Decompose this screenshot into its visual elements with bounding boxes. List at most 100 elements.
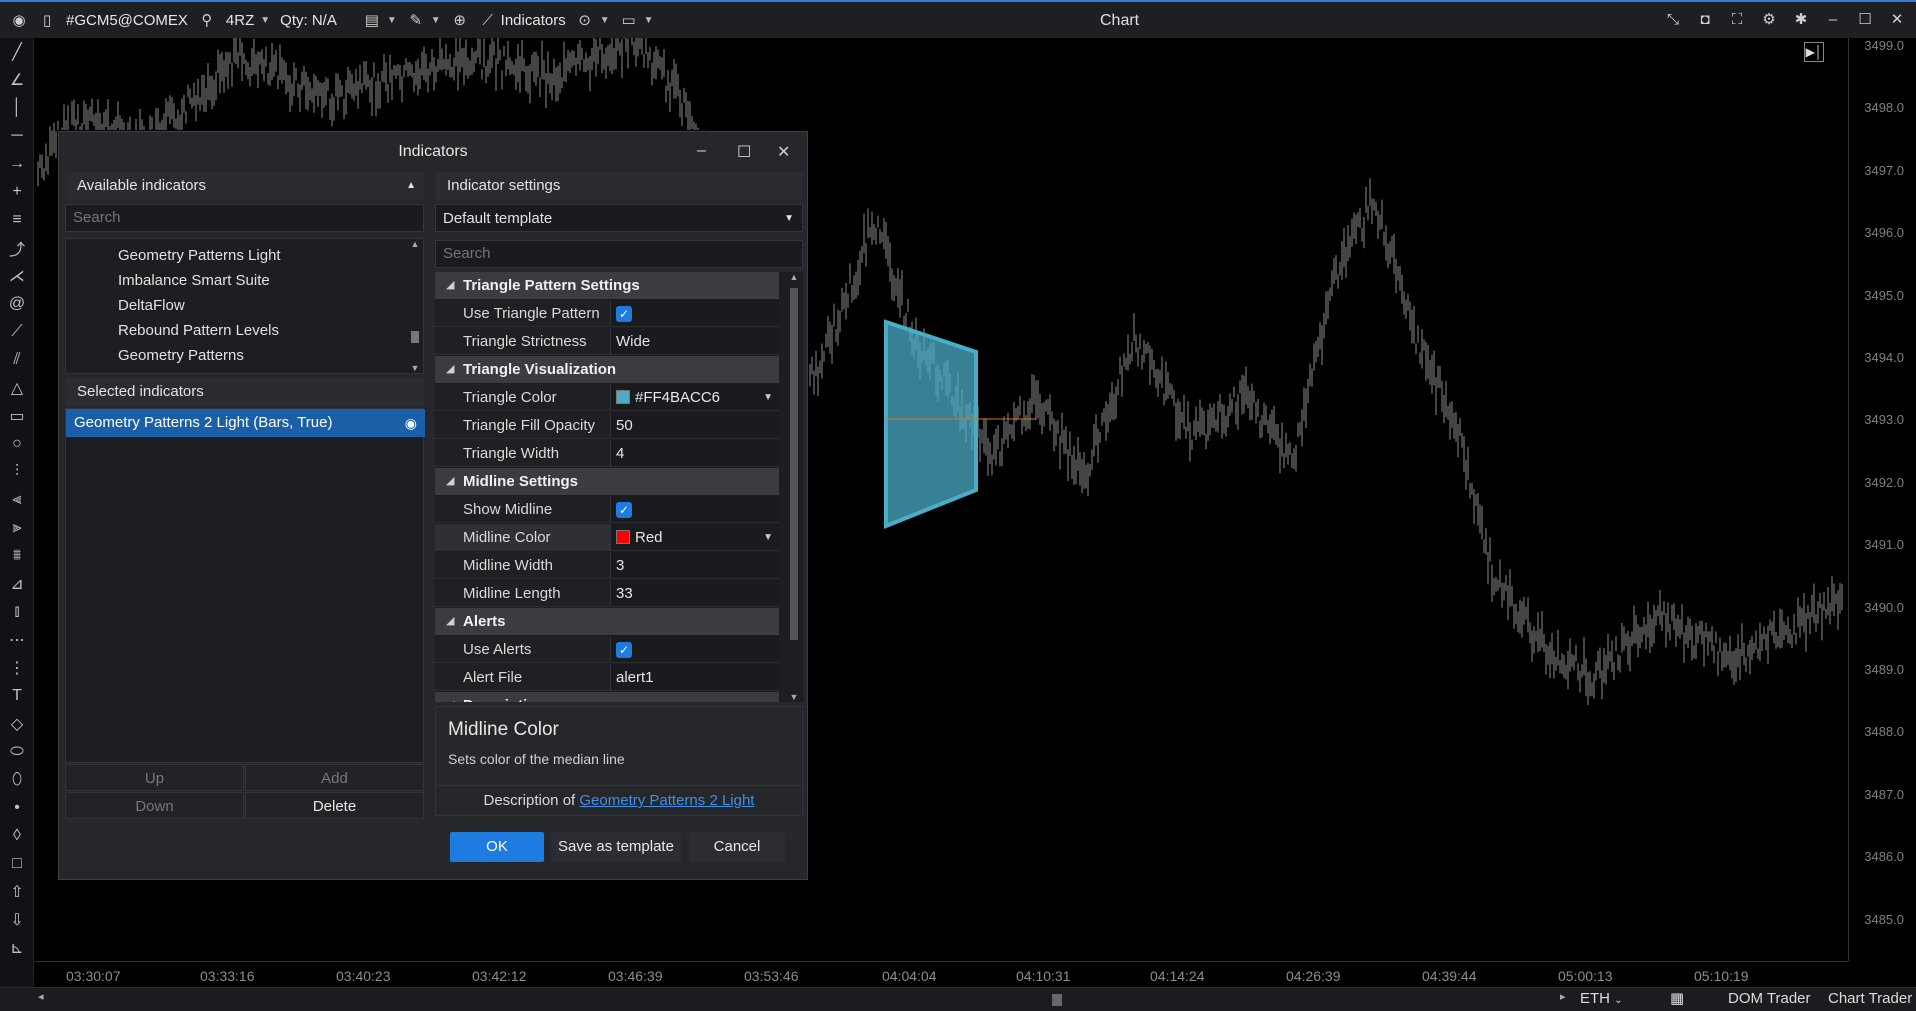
add-button[interactable]: Add bbox=[245, 764, 424, 791]
description-link[interactable]: Geometry Patterns 2 Light bbox=[579, 792, 754, 809]
horizontal-line-icon[interactable]: ─ bbox=[0, 122, 34, 150]
chart-type-icon[interactable]: ▤ ▼ bbox=[363, 11, 397, 29]
selected-indicator-item[interactable]: Geometry Patterns 2 Light (Bars, True) ◉ bbox=[66, 409, 425, 437]
camera-icon[interactable]: ◘ bbox=[1696, 10, 1714, 28]
scroll-up-icon[interactable]: ▲ bbox=[407, 239, 423, 249]
zoom-icon[interactable]: ⊕ bbox=[451, 11, 469, 29]
up-button[interactable]: Up bbox=[65, 764, 244, 791]
search-icon[interactable]: ⚲ bbox=[198, 11, 216, 29]
category-triangle-visualization[interactable]: ◢ Triangle Visualization bbox=[435, 356, 779, 383]
label-tool-icon[interactable]: ⬭ bbox=[0, 738, 34, 766]
dot-tool-icon[interactable]: • bbox=[0, 794, 34, 822]
ruler-icon[interactable]: ⟋ bbox=[0, 318, 34, 346]
measure-icon[interactable]: ⊿ bbox=[0, 570, 34, 598]
triangle-width-value[interactable]: 4 bbox=[610, 440, 779, 466]
square-tool-icon[interactable]: □ bbox=[0, 850, 34, 878]
rectangle-tool-icon[interactable]: ▭ bbox=[0, 402, 34, 430]
settings-search-input[interactable] bbox=[435, 240, 803, 268]
show-midline-checkbox[interactable]: ✓ bbox=[610, 496, 779, 522]
gear-icon[interactable]: ⚙ bbox=[1760, 10, 1778, 28]
category-description[interactable]: ◢ Description bbox=[435, 692, 779, 702]
crosshair-icon[interactable]: ⊙ ▼ bbox=[576, 11, 609, 29]
scroll-to-end-icon[interactable]: ▶│ bbox=[1804, 42, 1824, 62]
channel-tool-icon[interactable]: ≡ bbox=[0, 206, 34, 234]
stair-tool-icon[interactable]: ⊾ bbox=[0, 934, 34, 962]
vrange-icon[interactable]: ⋮ bbox=[0, 654, 34, 682]
link-icon[interactable]: ▯ bbox=[38, 11, 56, 29]
minimize-icon[interactable]: – bbox=[1824, 10, 1842, 28]
chart-trader-button[interactable]: Chart Trader bbox=[1828, 990, 1912, 1007]
ellipse-tool-icon[interactable]: ○ bbox=[0, 430, 34, 458]
use-triangle-checkbox[interactable]: ✓ bbox=[610, 300, 779, 326]
drawing-tools-icon[interactable]: ✎ ▼ bbox=[407, 11, 440, 29]
midline-length-value[interactable]: 33 bbox=[610, 580, 779, 606]
midline-color-picker[interactable]: Red ▼ bbox=[610, 524, 779, 550]
available-indicator-item[interactable]: Rebound Pattern Levels bbox=[118, 318, 279, 343]
midline-width-value[interactable]: 3 bbox=[610, 552, 779, 578]
triangle-tool-icon[interactable]: △ bbox=[0, 374, 34, 402]
session-select[interactable]: ETH ⌄ bbox=[1580, 990, 1623, 1007]
scroll-up-icon[interactable]: ▲ bbox=[785, 272, 803, 282]
available-search-input[interactable] bbox=[65, 204, 424, 232]
symbol-label[interactable]: #GCM5@COMEX bbox=[66, 12, 188, 29]
curve-tool-icon[interactable]: ⤴ bbox=[0, 234, 34, 262]
eye-icon[interactable]: ◉ bbox=[405, 409, 417, 437]
spiral-icon[interactable]: @ bbox=[0, 290, 34, 318]
down-button[interactable]: Down bbox=[65, 792, 244, 819]
close-icon[interactable]: ✕ bbox=[1888, 10, 1906, 28]
calendar-icon[interactable]: ▦ bbox=[1670, 989, 1684, 1007]
scroll-right-icon[interactable]: ▸ bbox=[1560, 990, 1566, 1003]
dialog-close-icon[interactable]: ✕ bbox=[777, 142, 790, 162]
available-indicator-item[interactable]: DeltaFlow bbox=[118, 293, 185, 318]
save-template-button[interactable]: Save as template bbox=[551, 832, 681, 862]
down-arrow-tool-icon[interactable]: ⇩ bbox=[0, 906, 34, 934]
fan-icon[interactable]: ⫽ bbox=[0, 346, 34, 374]
scroll-down-icon[interactable]: ▼ bbox=[407, 363, 423, 373]
available-indicator-item[interactable]: Geometry Patterns Light bbox=[118, 243, 281, 268]
scroll-down-icon[interactable]: ▼ bbox=[785, 692, 803, 702]
category-midline[interactable]: ◢ Midline Settings bbox=[435, 468, 779, 495]
available-indicators-header[interactable]: Available indicators ▲ bbox=[65, 172, 424, 200]
cross-tool-icon[interactable]: + bbox=[0, 178, 34, 206]
category-triangle-pattern[interactable]: ◢ Triangle Pattern Settings bbox=[435, 272, 779, 299]
fib-extension-icon[interactable]: ⫷ bbox=[0, 486, 34, 514]
scrollbar-thumb[interactable] bbox=[411, 331, 419, 343]
timeframe-select[interactable]: 4RZ ▼ bbox=[226, 12, 270, 29]
dialog-maximize-icon[interactable]: ☐ bbox=[737, 142, 751, 162]
triangle-strictness-value[interactable]: Wide bbox=[610, 328, 779, 354]
category-alerts[interactable]: ◢ Alerts bbox=[435, 608, 779, 635]
pin-icon[interactable]: ✱ bbox=[1792, 10, 1810, 28]
pitchfork-icon[interactable]: ⋌ bbox=[0, 262, 34, 290]
templates-icon[interactable]: ▭ ▼ bbox=[620, 11, 654, 29]
up-arrow-tool-icon[interactable]: ⇧ bbox=[0, 878, 34, 906]
scrollbar-thumb[interactable] bbox=[1052, 994, 1062, 1006]
callout-tool-icon[interactable]: ⬯ bbox=[0, 766, 34, 794]
time-axis[interactable]: 03:30:07 03:33:16 03:40:23 03:42:12 03:46:39… bbox=[34, 961, 1848, 987]
maximize-icon[interactable]: ☐ bbox=[1856, 10, 1874, 28]
range-icon[interactable]: ⋯ bbox=[0, 626, 34, 654]
diamond-tool-icon[interactable]: ◊ bbox=[0, 822, 34, 850]
dom-trader-button[interactable]: DOM Trader bbox=[1728, 990, 1811, 1007]
fib-levels-icon[interactable]: ⫸ bbox=[0, 514, 34, 542]
available-indicators-list[interactable]: Geometry Patterns Light Imbalance Smart S… bbox=[65, 238, 424, 374]
available-indicator-item[interactable]: Imbalance Smart Suite bbox=[118, 268, 270, 293]
template-select[interactable]: Default template ▼ bbox=[435, 204, 803, 232]
vertical-line-icon[interactable]: │ bbox=[0, 94, 34, 122]
use-alerts-checkbox[interactable]: ✓ bbox=[610, 636, 779, 662]
angle-tool-icon[interactable]: ∠ bbox=[0, 66, 34, 94]
alert-file-value[interactable]: alert1 bbox=[610, 664, 779, 690]
tag-tool-icon[interactable]: ◇ bbox=[0, 710, 34, 738]
available-indicator-item[interactable]: Geometry Patterns bbox=[118, 343, 244, 368]
list-scrollbar[interactable]: ▲ ▼ bbox=[407, 239, 423, 373]
delete-button[interactable]: Delete bbox=[245, 792, 424, 819]
price-axis[interactable]: 3499.0 3498.0 3497.0 3496.0 3495.0 3494.0 3493… bbox=[1848, 38, 1916, 961]
dialog-minimize-icon[interactable]: – bbox=[697, 142, 706, 160]
ok-button[interactable]: OK bbox=[450, 832, 544, 862]
indicators-button[interactable]: ⟋ Indicators bbox=[479, 11, 565, 29]
volume-profile-icon[interactable]: ⩩ bbox=[0, 542, 34, 570]
scrollbar-thumb[interactable] bbox=[790, 288, 798, 640]
triangle-color-picker[interactable]: #FF4BACC6 ▼ bbox=[610, 384, 779, 410]
fullscreen-icon[interactable]: ⛶ bbox=[1728, 10, 1746, 28]
arrow-tool-icon[interactable]: → bbox=[0, 150, 34, 178]
property-grid-scrollbar[interactable]: ▲ ▼ bbox=[785, 272, 803, 702]
